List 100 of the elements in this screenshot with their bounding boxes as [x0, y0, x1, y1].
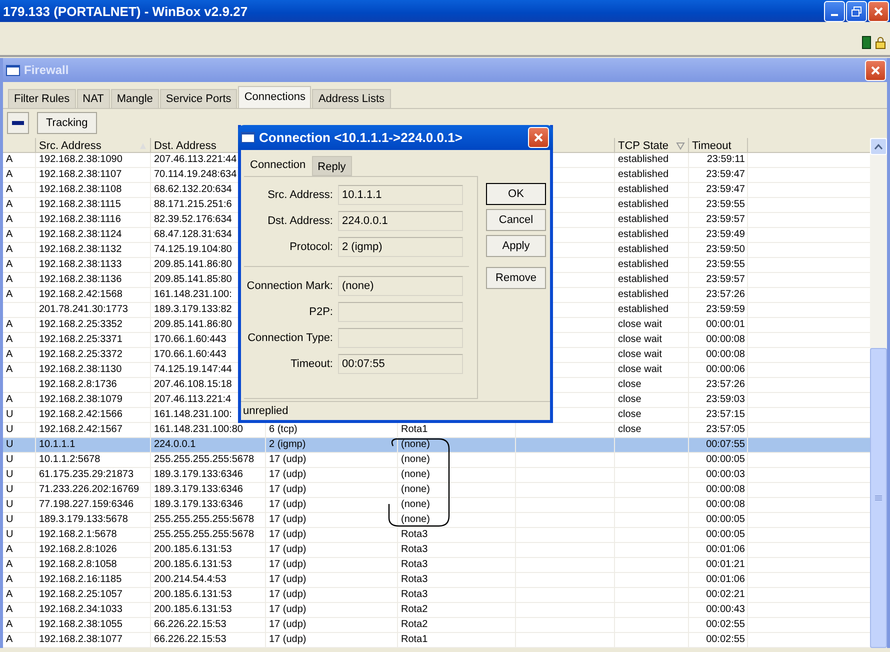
table-cell: A — [6, 184, 13, 195]
input-field[interactable]: (none) — [338, 276, 463, 296]
table-cell: 23:59:03 — [706, 394, 745, 405]
table-cell: 00:01:06 — [706, 574, 745, 585]
table-cell: A — [6, 274, 13, 285]
tracking-button[interactable]: Tracking — [37, 112, 97, 134]
table-row[interactable]: A 192.168.2.16:1185 200.214.54.4:53 17 (udp) Rota3 00:01:06 — [3, 573, 870, 588]
field-label: Protocol: — [288, 241, 334, 253]
table-cell: 192.168.2.8:1058 — [39, 559, 117, 570]
table-cell: 17 (udp) — [269, 484, 306, 495]
table-row[interactable]: A 192.168.2.34:1033 200.185.6.131:53 17 (udp) Rota2 00:00:43 — [3, 603, 870, 618]
input-field[interactable]: 10.1.1.1 — [338, 185, 463, 205]
status-bar: unreplied — [241, 401, 550, 420]
field-label: P2P: — [308, 306, 334, 318]
remove-button[interactable] — [7, 112, 29, 134]
field-label: Connection Type: — [246, 332, 334, 344]
input-field[interactable] — [338, 328, 463, 348]
column-header[interactable]: Src. Address — [39, 138, 102, 152]
tab[interactable]: Service Ports — [160, 89, 238, 108]
input-field[interactable] — [338, 302, 463, 322]
table-row[interactable]: U 192.168.2.1:5678 255.255.255.255:5678 17 (udp) Rota3 00:00:05 — [3, 528, 870, 543]
table-cell: close — [618, 379, 642, 390]
table-cell: A — [6, 319, 13, 330]
table-cell: 255.255.255.255:5678 — [154, 454, 254, 465]
scrollbar[interactable] — [870, 138, 887, 648]
table-row[interactable]: U 192.168.2.42:1567 161.148.231.100:80 6 (tcp) Rota1 close 23:57:05 — [3, 423, 870, 438]
table-row[interactable]: U 77.198.227.159:6346 189.3.179.133:6346 17 (udp) (none) 00:00:08 — [3, 498, 870, 513]
table-cell: 00:02:55 — [706, 634, 745, 645]
table-row[interactable]: U 61.175.235.29:21873 189.3.179.133:6346 17 (udp) (none) 00:00:03 — [3, 468, 870, 483]
input-field[interactable]: 2 (igmp) — [338, 237, 463, 257]
tab[interactable]: NAT — [76, 89, 110, 108]
tab[interactable]: Mangle — [110, 89, 159, 108]
table-cell: 17 (udp) — [269, 499, 306, 510]
table-cell: 00:01:06 — [706, 544, 745, 555]
table-cell: 209.85.141.86:80 — [154, 319, 232, 330]
table-cell: 189.3.179.133:82 — [154, 304, 232, 315]
dialog-button[interactable]: Cancel — [486, 209, 546, 231]
table-cell: 17 (udp) — [269, 469, 306, 480]
table-cell: 00:02:55 — [706, 619, 745, 630]
table-cell: 00:00:03 — [706, 469, 745, 480]
table-cell: 189.3.179.133:6346 — [154, 499, 243, 510]
table-cell: 17 (udp) — [269, 604, 306, 615]
dialog-button[interactable]: Remove — [486, 267, 546, 289]
table-row[interactable]: U 71.233.226.202:16769 189.3.179.133:6346 17 (udp) (none) 00:00:08 — [3, 483, 870, 498]
table-cell: close wait — [618, 319, 662, 330]
table-cell: A — [6, 634, 13, 645]
table-cell: 10.1.1.2:5678 — [39, 454, 100, 465]
table-cell: 00:00:08 — [706, 484, 745, 495]
close-icon — [873, 6, 884, 16]
table-cell: 00:00:01 — [706, 319, 745, 330]
table-cell: 00:00:05 — [706, 529, 745, 540]
table-cell: 23:59:55 — [706, 199, 745, 210]
table-cell: 192.168.2.38:1055 — [39, 619, 122, 630]
table-cell: 17 (udp) — [269, 619, 306, 630]
table-row[interactable]: A 192.168.2.38:1077 66.226.22.15:53 17 (udp) Rota1 00:02:55 — [3, 633, 870, 648]
table-row[interactable]: A 192.168.2.8:1026 200.185.6.131:53 17 (udp) Rota3 00:01:06 — [3, 543, 870, 558]
table-cell: 68.47.128.31:634 — [154, 229, 232, 240]
table-row[interactable]: A 192.168.2.38:1055 66.226.22.15:53 17 (udp) Rota2 00:02:55 — [3, 618, 870, 633]
close-button[interactable] — [528, 127, 549, 148]
tab[interactable]: Reply — [312, 156, 352, 176]
table-cell: 192.168.2.42:1566 — [39, 409, 122, 420]
tab[interactable]: Connections — [238, 86, 312, 108]
tab[interactable]: Address Lists — [312, 89, 390, 108]
minus-icon — [12, 120, 24, 124]
dialog-button[interactable]: OK — [486, 183, 546, 205]
table-cell: 192.168.2.38:1132 — [39, 244, 122, 255]
table-row[interactable]: U 10.1.1.1 224.0.0.1 2 (igmp) (none) 00:07:55 — [3, 438, 870, 453]
close-button[interactable] — [868, 0, 889, 22]
dialog-button[interactable]: Apply — [486, 235, 546, 257]
table-cell: Rota1 — [401, 634, 428, 645]
tab[interactable]: Filter Rules — [8, 89, 76, 108]
table-row[interactable]: A 192.168.2.8:1058 200.185.6.131:53 17 (udp) Rota3 00:01:21 — [3, 558, 870, 573]
table-cell: close — [618, 409, 642, 420]
column-header[interactable]: TCP State — [618, 138, 669, 152]
table-cell: U — [6, 409, 14, 420]
table-cell: 00:00:05 — [706, 454, 745, 465]
table-cell: established — [618, 184, 669, 195]
table-row[interactable]: A 192.168.2.25:1057 200.185.6.131:53 17 (udp) Rota3 00:02:21 — [3, 588, 870, 603]
column-header[interactable]: Dst. Address — [154, 138, 216, 152]
table-cell: established — [618, 199, 669, 210]
table-cell: (none) — [401, 469, 430, 480]
table-cell: established — [618, 154, 669, 165]
input-field[interactable]: 00:07:55 — [338, 354, 463, 374]
table-cell: 74.125.19.104:80 — [154, 244, 232, 255]
field-label: Src. Address: — [266, 189, 334, 201]
minimize-button[interactable] — [824, 0, 845, 22]
table-row[interactable]: U 10.1.1.2:5678 255.255.255.255:5678 17 (udp) (none) 00:00:05 — [3, 453, 870, 468]
close-button[interactable] — [865, 60, 886, 80]
restore-button[interactable] — [846, 0, 867, 22]
table-cell: 23:59:55 — [706, 259, 745, 270]
table-cell: 17 (udp) — [269, 574, 306, 585]
column-header[interactable]: Timeout — [692, 138, 732, 152]
table-row[interactable]: U 189.3.179.133:5678 255.255.255.255:5678 17 (udp) (none) 00:00:05 — [3, 513, 870, 528]
table-cell: 192.168.2.16:1185 — [39, 574, 122, 585]
table-cell: 207.46.108.15:18 — [154, 379, 232, 390]
table-cell: U — [6, 454, 14, 465]
close-icon — [533, 132, 544, 143]
table-cell: 23:59:47 — [706, 184, 745, 195]
input-field[interactable]: 224.0.0.1 — [338, 211, 463, 231]
window-icon — [6, 64, 20, 76]
